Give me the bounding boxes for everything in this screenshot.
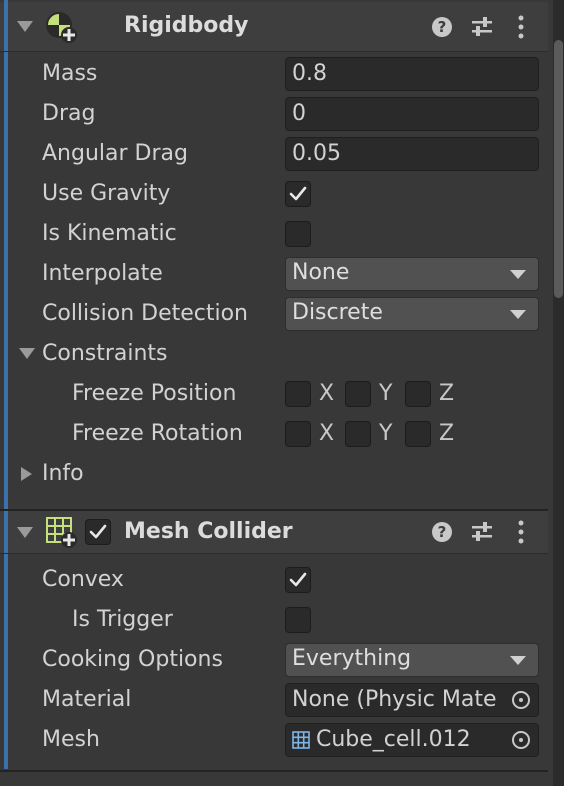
freeze-rotation-x-checkbox[interactable] xyxy=(285,421,311,447)
use-gravity-label: Use Gravity xyxy=(42,181,171,206)
object-picker-icon[interactable] xyxy=(504,684,538,716)
freeze-rotation-y-checkbox[interactable] xyxy=(345,421,371,447)
is-kinematic-label: Is Kinematic xyxy=(42,221,177,246)
chevron-down-icon xyxy=(510,310,526,319)
interpolate-value: None xyxy=(292,260,350,285)
mesh-collider-enabled-checkbox[interactable] xyxy=(85,519,111,545)
drag-value: 0 xyxy=(292,101,306,126)
freeze-position-x-label: X xyxy=(319,381,335,406)
checkmark-icon xyxy=(289,186,307,201)
info-label[interactable]: Info xyxy=(42,461,84,487)
freeze-rotation-z-checkbox[interactable] xyxy=(405,421,431,447)
svg-text:?: ? xyxy=(438,523,447,541)
cooking-options-label: Cooking Options xyxy=(42,647,223,672)
rigidbody-accent-bar xyxy=(4,0,8,510)
object-picker-icon[interactable] xyxy=(504,724,538,756)
angular-drag-value: 0.05 xyxy=(292,141,341,166)
svg-text:?: ? xyxy=(438,18,447,36)
mesh-collider-title: Mesh Collider xyxy=(124,519,293,544)
is-kinematic-checkbox[interactable] xyxy=(285,221,311,247)
kebab-menu-icon[interactable] xyxy=(515,15,527,39)
freeze-position-z-label: Z xyxy=(439,381,455,406)
freeze-rotation-x-label: X xyxy=(319,421,335,446)
mass-value: 0.8 xyxy=(292,61,327,86)
freeze-rotation-z-label: Z xyxy=(439,421,455,446)
rigidbody-header[interactable] xyxy=(0,2,548,52)
collision-detection-label: Collision Detection xyxy=(42,301,249,326)
mesh-collider-component-icon xyxy=(46,517,77,548)
material-object-field[interactable]: None (Physic Mate xyxy=(285,683,539,717)
drag-field[interactable]: 0 xyxy=(285,97,539,131)
is-trigger-label: Is Trigger xyxy=(72,607,173,632)
checkmark-icon xyxy=(289,572,307,587)
convex-checkbox[interactable] xyxy=(285,567,311,593)
header-divider xyxy=(0,553,548,554)
constraints-foldout-arrow[interactable] xyxy=(19,348,35,359)
presets-sliders-icon[interactable] xyxy=(471,16,493,38)
collision-detection-dropdown[interactable]: Discrete xyxy=(285,297,539,331)
collision-detection-value: Discrete xyxy=(292,300,383,325)
component-divider xyxy=(0,770,548,772)
interpolate-label: Interpolate xyxy=(42,261,163,286)
interpolate-dropdown[interactable]: None xyxy=(285,257,539,291)
freeze-position-y-label: Y xyxy=(379,381,393,406)
drag-label: Drag xyxy=(42,101,96,126)
rigidbody-title: Rigidbody xyxy=(124,13,249,38)
mesh-collider-foldout-arrow[interactable] xyxy=(17,527,33,538)
mesh-label: Mesh xyxy=(42,727,100,752)
help-icon[interactable]: ? xyxy=(431,521,453,543)
is-trigger-checkbox[interactable] xyxy=(285,607,311,633)
mass-label: Mass xyxy=(42,61,98,86)
info-foldout-arrow[interactable] xyxy=(21,467,32,481)
angular-drag-label: Angular Drag xyxy=(42,141,188,166)
mass-field[interactable]: 0.8 xyxy=(285,57,539,91)
presets-sliders-icon[interactable] xyxy=(471,521,493,543)
mesh-collider-accent-bar xyxy=(4,511,8,769)
rigidbody-foldout-arrow[interactable] xyxy=(17,21,33,32)
chevron-down-icon xyxy=(510,656,526,665)
mesh-asset-icon xyxy=(292,731,310,749)
constraints-label[interactable]: Constraints xyxy=(42,341,168,367)
chevron-down-icon xyxy=(510,270,526,279)
mesh-value: Cube_cell.012 xyxy=(316,727,471,752)
header-divider xyxy=(0,51,548,52)
help-icon[interactable]: ? xyxy=(431,16,453,38)
convex-label: Convex xyxy=(42,567,124,592)
angular-drag-field[interactable]: 0.05 xyxy=(285,137,539,171)
use-gravity-checkbox[interactable] xyxy=(285,181,311,207)
material-label: Material xyxy=(42,687,132,712)
material-value: None (Physic Mate xyxy=(292,687,497,712)
freeze-position-x-checkbox[interactable] xyxy=(285,381,311,407)
checkmark-icon xyxy=(89,524,107,539)
rigidbody-component-icon xyxy=(46,12,77,43)
mesh-object-field[interactable]: Cube_cell.012 xyxy=(285,723,539,757)
freeze-rotation-y-label: Y xyxy=(379,421,393,446)
freeze-position-y-checkbox[interactable] xyxy=(345,381,371,407)
freeze-rotation-label: Freeze Rotation xyxy=(72,421,243,446)
kebab-menu-icon[interactable] xyxy=(515,520,527,544)
freeze-position-label: Freeze Position xyxy=(72,381,237,406)
freeze-position-z-checkbox[interactable] xyxy=(405,381,431,407)
cooking-options-value: Everything xyxy=(292,646,412,671)
cooking-options-dropdown[interactable]: Everything xyxy=(285,643,539,677)
scrollbar-thumb[interactable] xyxy=(554,40,563,298)
